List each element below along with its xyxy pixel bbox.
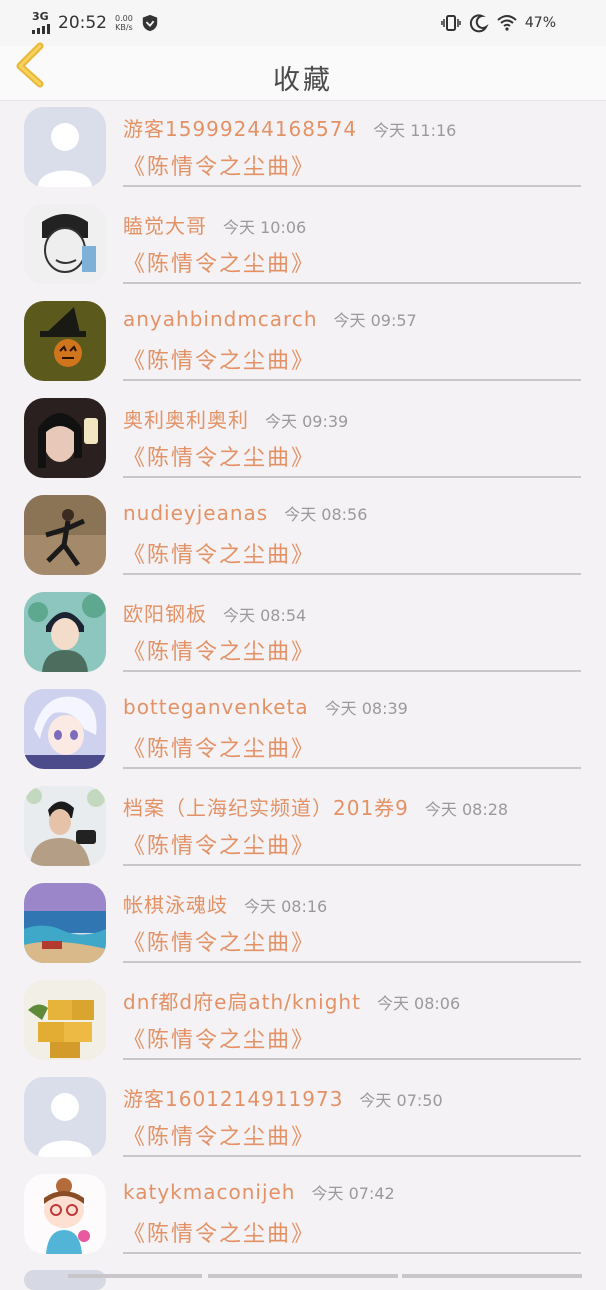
drama-title: 《陈情令之尘曲》 (123, 834, 316, 859)
divider (123, 864, 581, 866)
divider (123, 476, 581, 478)
avatar (24, 1077, 106, 1157)
avatar (24, 398, 106, 478)
speed-value: 0.00 (115, 14, 133, 23)
user-name: botteganvenketa (123, 695, 309, 719)
drama-title: 《陈情令之尘曲》 (123, 349, 316, 374)
list-item[interactable]: nudieyjeanas 今天 08:56 《陈情令之尘曲》 (0, 489, 606, 586)
timestamp: 今天 08:16 (244, 897, 328, 916)
shield-icon (142, 14, 158, 32)
list-item[interactable]: katykmaconijeh 今天 07:42 《陈情令之尘曲》 (0, 1168, 606, 1265)
divider (123, 961, 581, 963)
partial-divider (68, 1274, 202, 1278)
favorites-list: 游客15999244168574 今天 11:16 《陈情令之尘曲》 瞌觉大哥 今天… (0, 101, 606, 1265)
list-item[interactable]: botteganvenketa 今天 08:39 《陈情令之尘曲》 (0, 683, 606, 780)
timestamp: 今天 08:39 (324, 699, 408, 718)
list-item[interactable]: 瞌觉大哥 今天 10:06 《陈情令之尘曲》 (0, 198, 606, 295)
drama-title: 《陈情令之尘曲》 (123, 1028, 316, 1053)
user-name: nudieyjeanas (123, 501, 269, 525)
status-bar: 3G 20:52 0.00 KB/s 47% (0, 0, 606, 46)
user-name: 帐棋泳魂歧 (123, 893, 228, 917)
partial-divider (402, 1274, 582, 1278)
do-not-disturb-moon-icon (469, 14, 489, 33)
network-speed: 0.00 KB/s (115, 14, 133, 32)
battery-percentage: 47% (524, 15, 556, 31)
avatar (24, 786, 106, 866)
list-item[interactable]: 游客15999244168574 今天 11:16 《陈情令之尘曲》 (0, 101, 606, 198)
timestamp: 今天 10:06 (223, 218, 307, 237)
list-item[interactable]: anyahbindmcarch 今天 09:57 《陈情令之尘曲》 (0, 295, 606, 392)
drama-title: 《陈情令之尘曲》 (123, 1222, 316, 1247)
divider (123, 670, 581, 672)
avatar (24, 1270, 106, 1290)
drama-title: 《陈情令之尘曲》 (123, 1125, 316, 1150)
drama-title: 《陈情令之尘曲》 (123, 252, 316, 277)
user-name: 奥利奥利奥利 (123, 408, 249, 432)
divider (123, 1252, 581, 1254)
user-name: 游客15999244168574 (123, 117, 358, 141)
wifi-icon (497, 15, 517, 31)
header: 收藏 (0, 42, 606, 101)
drama-title: 《陈情令之尘曲》 (123, 543, 316, 568)
list-item[interactable]: 欧阳钢板 今天 08:54 《陈情令之尘曲》 (0, 586, 606, 683)
user-name: dnf都d府e扃ath/knight (123, 990, 361, 1014)
list-item[interactable]: dnf都d府e扃ath/knight 今天 08:06 《陈情令之尘曲》 (0, 974, 606, 1071)
user-name: 档案（上海纪实频道）201券9 (123, 796, 409, 820)
speed-unit: KB/s (115, 23, 133, 32)
drama-title: 《陈情令之尘曲》 (123, 931, 316, 956)
timestamp: 今天 07:50 (359, 1091, 443, 1110)
partial-divider (208, 1274, 398, 1278)
divider (123, 573, 581, 575)
network-indicator: 3G (32, 10, 50, 34)
clock: 20:52 (58, 13, 107, 33)
avatar (24, 592, 106, 672)
timestamp: 今天 11:16 (373, 121, 457, 140)
divider (123, 1058, 581, 1060)
avatar (24, 107, 106, 187)
list-item[interactable]: 游客1601214911973 今天 07:50 《陈情令之尘曲》 (0, 1071, 606, 1168)
signal-icon (32, 22, 50, 34)
divider (123, 379, 581, 381)
avatar (24, 1174, 106, 1254)
avatar (24, 883, 106, 963)
divider (123, 767, 581, 769)
divider (123, 185, 581, 187)
drama-title: 《陈情令之尘曲》 (123, 446, 316, 471)
timestamp: 今天 08:06 (376, 994, 461, 1013)
avatar (24, 204, 106, 284)
drama-title: 《陈情令之尘曲》 (123, 155, 316, 180)
timestamp: 今天 09:39 (265, 412, 349, 431)
page-title: 收藏 (273, 65, 333, 96)
drama-title: 《陈情令之尘曲》 (123, 640, 316, 665)
drama-title: 《陈情令之尘曲》 (123, 737, 316, 762)
timestamp: 今天 08:28 (424, 800, 509, 819)
user-name: 欧阳钢板 (123, 602, 207, 626)
user-name: anyahbindmcarch (123, 307, 318, 331)
avatar (24, 301, 106, 381)
list-item[interactable]: 帐棋泳魂歧 今天 08:16 《陈情令之尘曲》 (0, 877, 606, 974)
timestamp: 今天 08:56 (284, 505, 368, 524)
user-name: 游客1601214911973 (123, 1087, 344, 1111)
list-item-partial (0, 1266, 606, 1290)
divider (123, 1155, 581, 1157)
list-item[interactable]: 档案（上海纪实频道）201券9 今天 08:28 《陈情令之尘曲》 (0, 780, 606, 877)
avatar (24, 495, 106, 575)
user-name: katykmaconijeh (123, 1180, 296, 1204)
list-item[interactable]: 奥利奥利奥利 今天 09:39 《陈情令之尘曲》 (0, 392, 606, 489)
timestamp: 今天 08:54 (223, 606, 307, 625)
divider (123, 282, 581, 284)
timestamp: 今天 07:42 (311, 1184, 395, 1203)
network-type: 3G (32, 10, 49, 23)
avatar (24, 980, 106, 1060)
battery-icon (564, 15, 581, 31)
vibrate-icon (441, 15, 461, 31)
timestamp: 今天 09:57 (333, 311, 417, 330)
avatar (24, 689, 106, 769)
user-name: 瞌觉大哥 (123, 214, 207, 238)
